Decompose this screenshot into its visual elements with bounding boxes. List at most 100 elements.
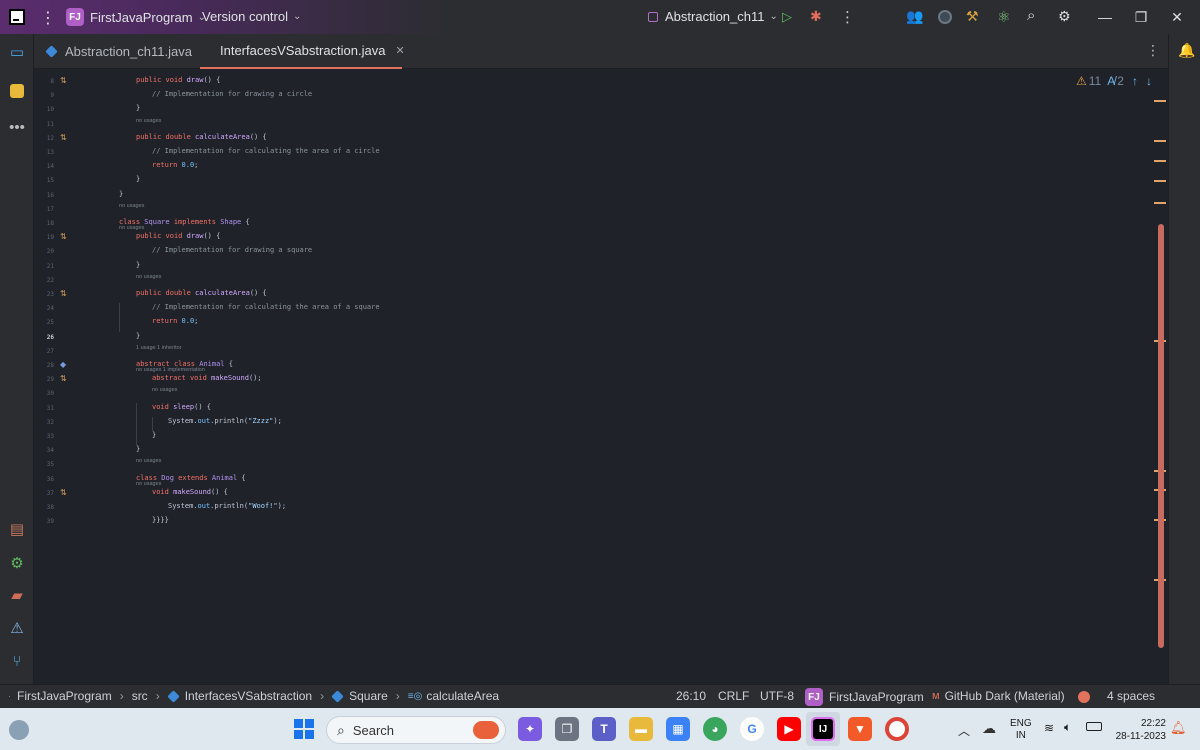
code-with-me-icon[interactable]: 👥 — [906, 8, 923, 25]
language-indicator[interactable]: ENG IN — [1010, 718, 1032, 742]
tab-abstraction-ch11[interactable]: Abstraction_ch11.java — [45, 34, 192, 69]
breadcrumb-file[interactable]: InterfacesVSabstraction — [185, 689, 312, 703]
code-line-32[interactable]: System.out.println("Zzzz"); — [168, 417, 282, 425]
wifi-icon[interactable]: ≋ — [1044, 721, 1054, 735]
inspection-widget[interactable]: ⚠ 11 A̸ 2 ↑ ↓ — [1076, 74, 1152, 88]
battery-icon[interactable] — [1086, 722, 1102, 731]
usage-hint[interactable]: no usages 1 implementation — [136, 367, 205, 373]
file-encoding[interactable]: UTF-8 — [760, 689, 794, 703]
more-tools-icon[interactable]: ••• — [8, 118, 26, 136]
git-branch-icon[interactable]: ⑂ — [8, 652, 26, 670]
clock[interactable]: 22:22 28-11-2023 — [1110, 717, 1166, 743]
implements-marker-icon[interactable]: ⇅ — [60, 488, 67, 497]
code-line-33[interactable]: } — [152, 431, 156, 439]
code-line-34[interactable]: } — [136, 445, 140, 453]
tab-interfaces-vs-abstraction[interactable]: InterfacesVSabstraction.java ✕ — [200, 34, 405, 69]
search-icon[interactable]: ⌕ — [1027, 7, 1035, 24]
usage-hint[interactable]: no usages — [136, 274, 161, 280]
code-editor[interactable]: ⚠ 11 A̸ 2 ↑ ↓ public void draw() { // Imp… — [86, 69, 1168, 682]
file-explorer-icon[interactable]: ▬ — [629, 717, 653, 741]
implements-marker-icon[interactable]: ⇅ — [60, 232, 67, 241]
project-switcher[interactable]: FJ FirstJavaProgram ⌄ — [66, 8, 206, 26]
code-line-24[interactable]: // Implementation for calculating the ar… — [152, 303, 380, 311]
notification-bell-icon[interactable]: 🔔︎ — [1170, 720, 1187, 736]
code-line-23[interactable]: public double calculateArea() { — [136, 289, 267, 297]
intellij-logo-icon[interactable] — [9, 9, 25, 25]
implements-marker-icon[interactable]: ⇅ — [60, 76, 67, 85]
code-line-37[interactable]: void makeSound() { — [152, 488, 228, 496]
onedrive-cloud-icon[interactable]: ☁ — [982, 720, 996, 737]
implements-marker-icon[interactable]: ⇅ — [60, 133, 67, 142]
project-view-icon[interactable]: ▭ — [8, 43, 26, 61]
problems-icon[interactable]: ⚠ — [8, 619, 26, 637]
brave-icon[interactable]: ▼ — [848, 717, 872, 741]
code-line-29[interactable]: abstract void makeSound(); — [152, 374, 262, 382]
stripe-mark[interactable] — [1154, 180, 1166, 182]
close-window-button[interactable]: ✕ — [1154, 0, 1200, 34]
stripe-mark[interactable] — [1154, 160, 1166, 162]
theme-indicator[interactable]: ᴍ GitHub Dark (Material) — [932, 689, 1065, 703]
code-line-31[interactable]: void sleep() { — [152, 403, 211, 411]
code-line-25[interactable]: return 0.0; — [152, 317, 198, 325]
code-line-9[interactable]: // Implementation for drawing a circle — [152, 90, 312, 98]
code-line-26[interactable]: } — [136, 332, 140, 340]
code-line-15[interactable]: } — [136, 175, 140, 183]
line-separator[interactable]: CRLF — [718, 689, 749, 703]
indent-setting[interactable]: 4 spaces — [1107, 689, 1155, 703]
code-line-20[interactable]: // Implementation for drawing a square — [152, 246, 312, 254]
microsoft-store-icon[interactable]: ▦ — [666, 717, 690, 741]
google-icon[interactable]: G — [740, 717, 764, 741]
code-line-16[interactable]: } — [119, 190, 123, 198]
database-icon[interactable]: ▤ — [8, 520, 26, 538]
code-line-8[interactable]: public void draw() { — [136, 76, 220, 84]
teams-icon[interactable]: T — [592, 717, 616, 741]
breadcrumb-src[interactable]: src — [132, 689, 148, 703]
code-line-14[interactable]: return 0.0; — [152, 161, 198, 169]
widgets-icon[interactable] — [9, 720, 29, 740]
previous-highlight-arrow-icon[interactable]: ↑ — [1132, 74, 1138, 88]
run-icon[interactable]: ▷ — [782, 9, 792, 25]
usage-hint[interactable]: no usages — [119, 225, 144, 231]
code-line-13[interactable]: // Implementation for calculating the ar… — [152, 147, 380, 155]
code-line-21[interactable]: } — [136, 261, 140, 269]
tab-close-icon[interactable]: ✕ — [395, 44, 404, 57]
usage-hint[interactable]: no usages — [152, 387, 177, 393]
code-line-19[interactable]: public void draw() { — [136, 232, 220, 240]
debug-icon[interactable]: ✱ — [810, 8, 822, 25]
code-line-10[interactable]: } — [136, 104, 140, 112]
usage-hint[interactable]: no usages — [136, 458, 161, 464]
task-view-icon[interactable]: ❐ — [555, 717, 579, 741]
ai-assistant-icon[interactable] — [938, 10, 952, 24]
breadcrumb-class[interactable]: Square — [349, 689, 388, 703]
usage-hint[interactable]: no usages — [119, 203, 144, 209]
usage-hint[interactable]: no usages — [136, 118, 161, 124]
usage-hint[interactable]: no usages — [136, 481, 161, 487]
copilot-icon[interactable]: ✦ — [518, 717, 542, 741]
run-config-selector[interactable]: Abstraction_ch11 ⌄ — [648, 9, 778, 24]
vertical-scrollbar-thumb[interactable] — [1158, 224, 1164, 648]
usage-hint[interactable]: 1 usage 1 inheritor — [136, 345, 182, 351]
plugin-atom-icon[interactable]: ⚛ — [997, 8, 1010, 26]
breadcrumb-method[interactable]: calculateArea — [426, 689, 499, 703]
vcs-widget[interactable]: Version control ⌄ — [202, 9, 301, 24]
implements-marker-icon[interactable]: ⇅ — [60, 289, 67, 298]
build-tools-icon[interactable]: ⚒ — [966, 8, 979, 25]
stripe-mark[interactable] — [1154, 140, 1166, 142]
status-dot-icon[interactable] — [1078, 691, 1090, 703]
more-actions-icon[interactable]: ⋮ — [840, 8, 855, 26]
notifications-bell-icon[interactable]: 🔔 — [1178, 42, 1195, 59]
youtube-icon[interactable]: ▶ — [777, 717, 801, 741]
android-icon[interactable]: ◕ — [703, 717, 727, 741]
structure-icon[interactable] — [10, 84, 24, 98]
volume-icon[interactable]: 🔈︎ — [1064, 720, 1071, 735]
settings-gear-icon[interactable]: ⚙ — [1058, 8, 1071, 25]
terminal-icon[interactable]: ▰ — [8, 586, 26, 604]
implements-marker-icon[interactable]: ⇅ — [60, 374, 67, 383]
tab-options-icon[interactable]: ⋮ — [1146, 42, 1160, 59]
intellij-taskbar-icon[interactable]: IJ — [811, 717, 835, 741]
chrome-icon[interactable] — [885, 717, 909, 741]
caret-position[interactable]: 26:10 — [676, 689, 706, 703]
stripe-mark[interactable] — [1154, 100, 1166, 102]
services-gear-icon[interactable]: ⚙ — [8, 554, 26, 572]
breadcrumb-project[interactable]: FirstJavaProgram — [17, 689, 112, 703]
